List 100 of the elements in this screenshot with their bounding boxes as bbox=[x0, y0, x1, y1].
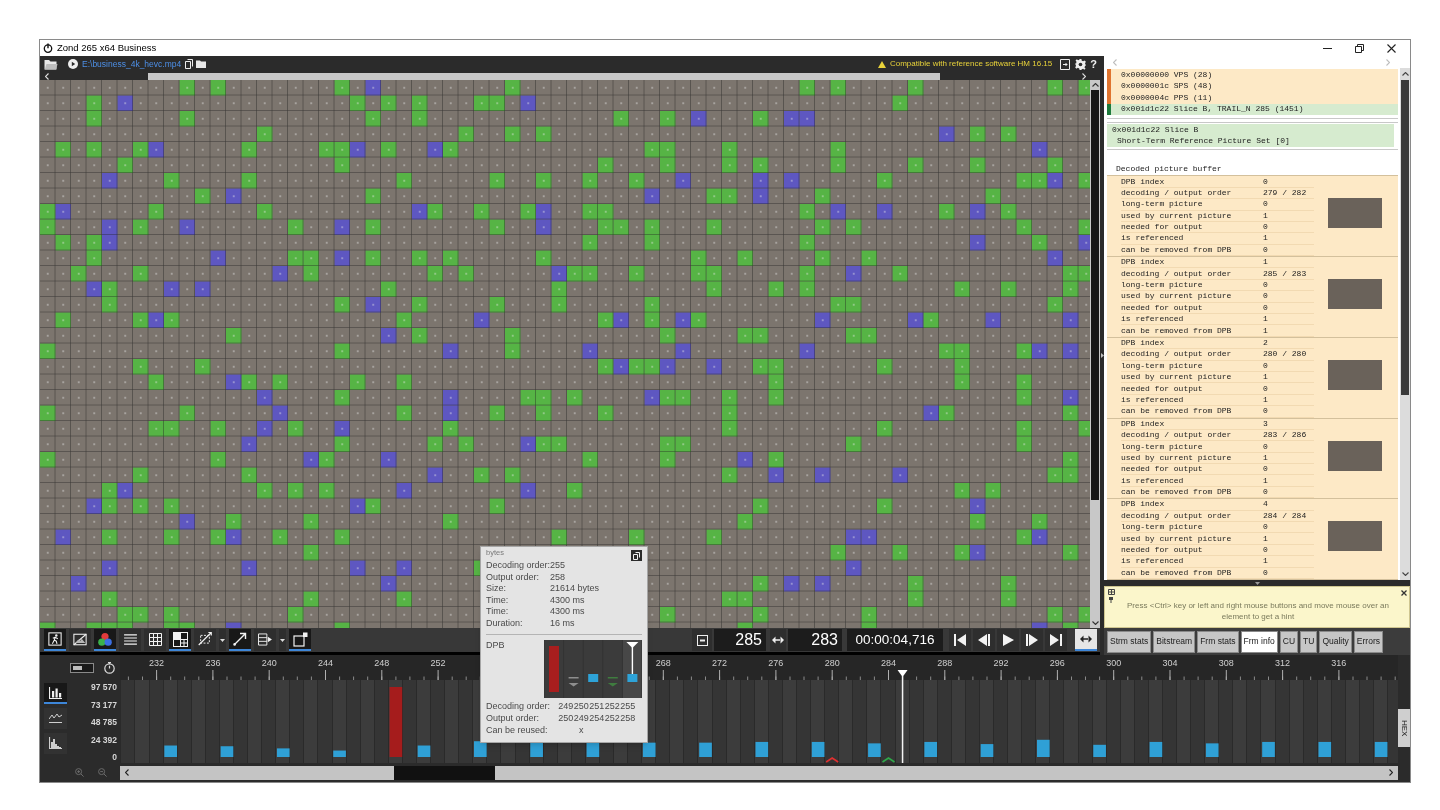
zoom-out-icon[interactable] bbox=[98, 768, 107, 777]
export-button[interactable] bbox=[1060, 58, 1071, 70]
playback-button[interactable] bbox=[997, 629, 1019, 651]
field-value: 283 / 286 bbox=[1263, 429, 1307, 442]
timeline-scrollbar[interactable] bbox=[120, 765, 1398, 780]
toolbar-button[interactable] bbox=[119, 629, 141, 651]
playhead-marker[interactable] bbox=[897, 670, 908, 763]
toolbar-button[interactable] bbox=[94, 629, 116, 651]
dropdown-button[interactable] bbox=[279, 629, 286, 651]
field-value: 4 bbox=[1263, 498, 1268, 511]
toolbar-button[interactable] bbox=[254, 629, 276, 651]
playback-button[interactable] bbox=[1021, 629, 1043, 651]
field-label: is referenced bbox=[1121, 313, 1185, 326]
scrollbar-thumb[interactable] bbox=[1091, 90, 1099, 500]
field-value: 0 bbox=[1263, 175, 1268, 188]
field-value: 0 bbox=[1263, 301, 1268, 314]
axis-tick-label: 276 bbox=[768, 658, 784, 668]
tree-item[interactable]: Short-Term Reference Picture Set [0] bbox=[1107, 135, 1394, 147]
scrollbar-thumb[interactable] bbox=[394, 765, 495, 780]
copy-path-button[interactable] bbox=[185, 59, 194, 69]
field-label: needed for output bbox=[1121, 382, 1204, 395]
field-label: Size: bbox=[486, 582, 507, 596]
panel-tab[interactable]: Bitstream bbox=[1153, 630, 1196, 653]
dropdown-button[interactable] bbox=[219, 629, 226, 651]
playback-button[interactable] bbox=[949, 629, 971, 651]
scroll-down-icon[interactable] bbox=[1091, 621, 1099, 625]
nal-unit-item[interactable]: 0x0000004c PPS (11) bbox=[1107, 92, 1398, 104]
axis-tick-label: 248 bbox=[374, 658, 390, 668]
axis-tick-label: 232 bbox=[149, 658, 165, 668]
toolbar-button[interactable] bbox=[194, 629, 216, 651]
pin-icon[interactable] bbox=[1108, 597, 1114, 603]
toolbar-button[interactable] bbox=[692, 629, 712, 651]
panel-tab[interactable]: TU bbox=[1300, 630, 1318, 653]
open-file-button[interactable] bbox=[44, 58, 58, 70]
frame-number-display: 283 bbox=[788, 629, 842, 651]
field-label: needed for output bbox=[1121, 301, 1204, 314]
scroll-up-icon[interactable] bbox=[1401, 72, 1409, 76]
toolbar-button[interactable] bbox=[770, 629, 786, 651]
panel-tab[interactable]: Quality bbox=[1319, 630, 1352, 653]
axis-tick-label: 308 bbox=[1218, 658, 1234, 668]
four-pane-icon[interactable] bbox=[1107, 589, 1115, 595]
close-icon[interactable] bbox=[1401, 590, 1407, 596]
panel-tab[interactable]: Strm stats bbox=[1107, 630, 1152, 653]
graph-mode-button[interactable] bbox=[43, 708, 67, 729]
nal-unit-item[interactable]: 0x00000000 VPS (28) bbox=[1107, 69, 1398, 81]
copy-button[interactable] bbox=[631, 550, 642, 561]
axis-tick-label: 0 bbox=[112, 752, 117, 762]
field-value: 255 bbox=[620, 699, 636, 713]
scrollbar-thumb[interactable] bbox=[148, 72, 940, 80]
toolbar-button[interactable] bbox=[169, 629, 191, 651]
field-label: long-term picture bbox=[1121, 198, 1204, 211]
field-label: used by current picture bbox=[1121, 290, 1233, 303]
scroll-right-icon[interactable] bbox=[1389, 769, 1393, 776]
view-toggle-button[interactable] bbox=[70, 662, 94, 673]
toolbar-button[interactable] bbox=[144, 629, 166, 651]
panel-tab[interactable]: CU bbox=[1279, 630, 1299, 653]
scroll-left-icon[interactable] bbox=[125, 769, 129, 776]
field-label: decoding / output order bbox=[1121, 429, 1233, 442]
field-value: 0 bbox=[1263, 243, 1268, 256]
play-file-button[interactable] bbox=[68, 59, 78, 69]
scroll-down-icon[interactable] bbox=[1401, 572, 1409, 576]
copy-icon bbox=[185, 59, 194, 69]
help-button[interactable]: ? bbox=[1090, 58, 1097, 70]
scrollbar-thumb[interactable] bbox=[1401, 80, 1409, 395]
panel-tab[interactable]: Frm stats bbox=[1197, 630, 1239, 653]
field-label: used by current picture bbox=[1121, 371, 1233, 384]
panel-tab[interactable]: Frm info bbox=[1240, 630, 1278, 653]
graph-mode-button[interactable] bbox=[43, 683, 67, 704]
field-value: 284 / 284 bbox=[1263, 509, 1307, 522]
slot-handle-marker[interactable] bbox=[626, 641, 639, 674]
graph-mode-button[interactable] bbox=[43, 733, 67, 754]
toolbar-button[interactable] bbox=[69, 629, 91, 651]
file-path-link[interactable]: E:\business_4k_hevc.mp4 bbox=[82, 58, 182, 70]
scroll-up-icon[interactable] bbox=[1091, 83, 1099, 87]
stopwatch-button[interactable] bbox=[104, 661, 115, 674]
frame-size-bar bbox=[333, 750, 346, 757]
panel-tab[interactable]: Errors bbox=[1353, 630, 1383, 653]
field-value: 1 bbox=[1263, 313, 1268, 326]
field-label: long-term picture bbox=[1121, 440, 1204, 453]
open-folder-button[interactable] bbox=[196, 60, 207, 68]
zoom-in-icon[interactable] bbox=[75, 768, 84, 777]
field-value: 258 bbox=[550, 570, 566, 584]
tree-item[interactable]: 0x001d1c22 Slice B bbox=[1107, 123, 1394, 136]
toolbar-button[interactable] bbox=[289, 629, 311, 651]
thumbnail-placeholder bbox=[1328, 521, 1382, 552]
field-label: needed for output bbox=[1121, 463, 1204, 476]
thumbnail-placeholder bbox=[1328, 359, 1382, 390]
toolbar-button[interactable] bbox=[229, 629, 251, 651]
app-logo-icon bbox=[43, 43, 53, 53]
playback-button[interactable] bbox=[973, 629, 995, 651]
field-value: 249 bbox=[573, 711, 589, 725]
settings-button[interactable] bbox=[1075, 58, 1087, 70]
field-label: can be removed from DPB bbox=[1121, 324, 1233, 337]
frame-size-bar bbox=[276, 748, 290, 757]
running-figure-icon bbox=[48, 632, 62, 646]
playback-button[interactable] bbox=[1045, 629, 1067, 651]
side-tab[interactable]: HEX bbox=[1398, 709, 1410, 747]
toolbar-button[interactable] bbox=[44, 629, 66, 651]
toolbar-button[interactable] bbox=[1075, 629, 1097, 651]
field-value: 0 bbox=[1263, 290, 1268, 303]
